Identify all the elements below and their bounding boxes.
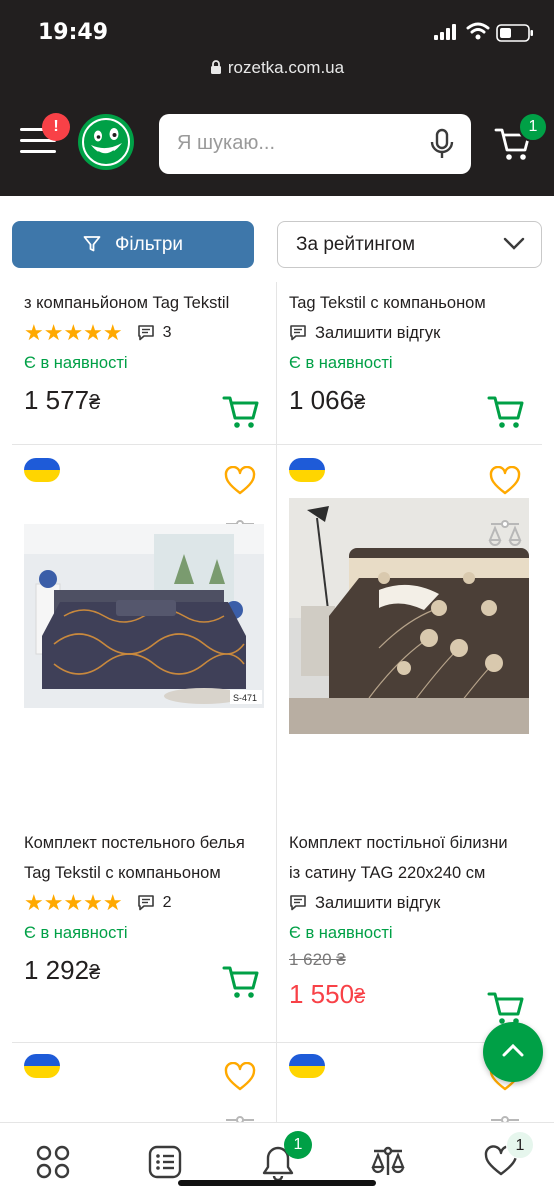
- comment-icon: [137, 895, 154, 911]
- compare-scales-icon[interactable]: [222, 1114, 258, 1122]
- filter-icon: [83, 236, 101, 252]
- product-title-line[interactable]: із сатину TAG 220x240 см: [289, 858, 553, 888]
- price-currency: ₴: [89, 392, 101, 414]
- product-grid: з компаньйоном Tag Tekstil ★★★★★ 3 Є в н…: [0, 282, 554, 1122]
- review-count: 3: [162, 324, 172, 341]
- price-currency: ₴: [354, 986, 366, 1008]
- product-rating[interactable]: ★★★★★ 3: [24, 318, 288, 348]
- price-value: 1 577: [24, 385, 90, 415]
- status-bar: 19:49: [0, 0, 554, 62]
- grid-divider: [12, 444, 542, 445]
- orders-list-icon[interactable]: [148, 1145, 182, 1179]
- comment-icon: [290, 895, 306, 911]
- heart-icon[interactable]: [224, 466, 256, 496]
- product-image[interactable]: S-471: [24, 524, 264, 708]
- filters-button[interactable]: Фільтри: [12, 221, 254, 268]
- price-value: 1 066: [289, 385, 355, 415]
- price-value: 1 292: [24, 955, 90, 985]
- ukraine-flag-icon: [24, 458, 60, 482]
- home-indicator: [178, 1180, 376, 1186]
- old-price: 1 620 ₴: [289, 950, 346, 969]
- leave-review-link[interactable]: Залишити відгук: [289, 888, 553, 918]
- ukraine-flag-icon: [24, 1054, 60, 1078]
- chevron-up-icon: [502, 1043, 524, 1057]
- leave-review-link[interactable]: Залишити відгук: [289, 318, 553, 348]
- wishlist-badge: 1: [506, 1131, 534, 1159]
- search-placeholder: Я шукаю...: [177, 132, 276, 154]
- cell-signal-icon: [434, 24, 456, 40]
- stock-status: Є в наявності: [289, 924, 393, 942]
- stock-status: Є в наявності: [24, 354, 128, 372]
- scroll-to-top-button[interactable]: [483, 1022, 543, 1082]
- price-value: 1 550: [289, 979, 355, 1009]
- stock-status: Є в наявності: [24, 924, 128, 942]
- add-to-cart-icon[interactable]: [222, 964, 260, 1000]
- grid-divider: [12, 1042, 542, 1043]
- chevron-down-icon: [503, 237, 525, 250]
- rating-stars: ★★★★★: [24, 890, 123, 915]
- compare-scales-icon[interactable]: [487, 518, 523, 554]
- heart-icon[interactable]: [224, 1062, 256, 1092]
- url-text: rozetka.com.ua: [227, 58, 345, 77]
- rating-stars: ★★★★★: [24, 320, 123, 345]
- sort-select[interactable]: За рейтингом: [277, 221, 542, 268]
- product-title-line[interactable]: Комплект постільної білизни: [289, 828, 553, 858]
- catalog-grid-icon[interactable]: [36, 1145, 70, 1179]
- heart-icon[interactable]: [489, 466, 521, 496]
- filters-label: Фільтри: [114, 234, 184, 255]
- stock-status: Є в наявності: [289, 354, 393, 372]
- leave-review-label: Залишити відгук: [315, 323, 441, 342]
- add-to-cart-icon[interactable]: [487, 394, 525, 430]
- status-time: 19:49: [38, 20, 109, 45]
- cart-count-badge: 1: [518, 112, 548, 142]
- rozetka-logo-icon[interactable]: [76, 112, 136, 172]
- menu-alert-badge: !: [42, 113, 70, 141]
- product-title[interactable]: Tag Tekstil с компаньоном: [289, 288, 553, 318]
- top-bar: 19:49 rozetka.com.ua ! Я шукаю... 1: [0, 0, 554, 196]
- price-currency: ₴: [89, 962, 101, 984]
- comment-icon: [290, 325, 306, 341]
- product-title[interactable]: з компаньйоном Tag Tekstil: [24, 288, 288, 318]
- sort-label: За рейтингом: [296, 234, 416, 255]
- leave-review-label: Залишити відгук: [315, 893, 441, 912]
- search-input[interactable]: Я шукаю...: [159, 114, 471, 174]
- product-title-line[interactable]: Комплект постельного белья: [24, 828, 288, 858]
- bottom-tab-bar: 1 1: [0, 1122, 554, 1200]
- microphone-icon[interactable]: [429, 128, 455, 160]
- battery-icon: [496, 24, 533, 42]
- compare-scales-icon[interactable]: [487, 1114, 523, 1122]
- lock-icon: [210, 60, 221, 74]
- ukraine-flag-icon: [289, 1054, 325, 1078]
- image-code: S-471: [233, 693, 257, 703]
- menu-line: [20, 150, 56, 153]
- compare-scales-icon[interactable]: [370, 1145, 406, 1179]
- notifications-badge: 1: [284, 1131, 312, 1159]
- browser-url[interactable]: rozetka.com.ua: [0, 58, 554, 78]
- product-title-line[interactable]: Tag Tekstil с компаньоном: [24, 858, 288, 888]
- comment-icon: [137, 325, 154, 341]
- wifi-icon: [466, 22, 490, 40]
- ukraine-flag-icon: [289, 458, 325, 482]
- add-to-cart-icon[interactable]: [487, 990, 525, 1026]
- review-count: 2: [162, 894, 172, 911]
- add-to-cart-icon[interactable]: [222, 394, 260, 430]
- price-currency: ₴: [354, 392, 366, 414]
- product-card[interactable]: Комплект постільної білизни із сатину TA…: [289, 828, 553, 1016]
- product-rating[interactable]: ★★★★★ 2: [24, 888, 288, 918]
